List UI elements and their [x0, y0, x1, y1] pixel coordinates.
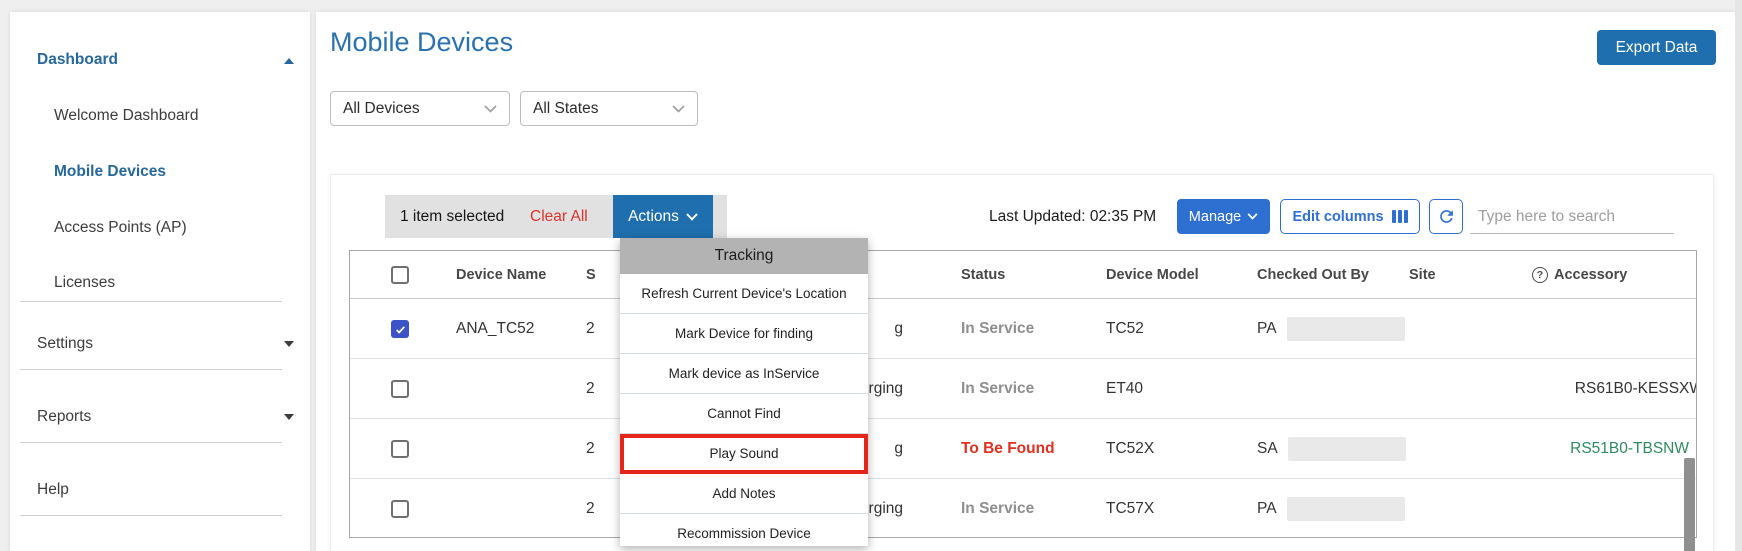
actions-dropdown-button[interactable]: Actions: [613, 195, 713, 238]
status-badge: To Be Found: [961, 419, 1055, 479]
chevron-down-icon: [484, 105, 497, 113]
sidebar-item-mobile-devices[interactable]: Mobile Devices: [54, 163, 166, 181]
device-type-filter[interactable]: All Devices: [330, 91, 510, 126]
chevron-down-icon[interactable]: [284, 414, 294, 420]
checked-out-by: PA: [1257, 479, 1405, 538]
col-status[interactable]: Status: [961, 251, 1005, 299]
col-accessory[interactable]: ? Accessory: [1532, 251, 1627, 299]
sidebar: Dashboard Welcome Dashboard Mobile Devic…: [10, 12, 310, 551]
chevron-down-icon[interactable]: [284, 341, 294, 347]
redacted-text-box: [1287, 317, 1405, 341]
device-model: TC57X: [1106, 479, 1154, 538]
actions-dropdown-menu: Tracking Refresh Current Device's Locati…: [620, 238, 868, 546]
checked-out-by: PA: [1257, 299, 1405, 359]
sidebar-item-welcome-dashboard[interactable]: Welcome Dashboard: [54, 107, 198, 125]
sidebar-divider: [20, 442, 282, 443]
app-frame: { "sidebar": { "items": { "dashboard": "…: [0, 0, 1742, 551]
table-row[interactable]: 2 g To Be Found TC52X SA RS51B0-TBSNW: [350, 419, 1696, 479]
actions-button-label: Actions: [628, 208, 679, 226]
refresh-icon: [1437, 207, 1456, 226]
col-accessory-label: Accessory: [1554, 267, 1627, 283]
device-model: ET40: [1106, 359, 1143, 419]
accessory-code: RS61B0-KESSXW: [1575, 359, 1697, 419]
chevron-down-icon: [672, 105, 685, 113]
refresh-button[interactable]: [1429, 199, 1463, 234]
table-row[interactable]: 2 rging In Service TC57X PA: [350, 479, 1696, 538]
device-filter-value: All Devices: [343, 100, 420, 118]
search-field: [1470, 201, 1674, 234]
vertical-scrollbar-thumb[interactable]: [1684, 458, 1695, 551]
serial-fragment: 2: [586, 359, 595, 419]
clear-all-button[interactable]: Clear All: [530, 195, 588, 238]
export-data-button[interactable]: Export Data: [1597, 30, 1716, 65]
edit-columns-button[interactable]: Edit columns: [1280, 199, 1420, 234]
table-row[interactable]: ANA_TC52 2 g In Service TC52 PA: [350, 299, 1696, 359]
sidebar-divider: [20, 369, 282, 370]
help-icon[interactable]: ?: [1532, 267, 1548, 283]
page-edge-strip: [1735, 0, 1742, 551]
row-checkbox[interactable]: [391, 500, 409, 518]
col-device-name[interactable]: Device Name: [456, 251, 546, 299]
row-checkbox-checked[interactable]: [391, 320, 409, 338]
sidebar-divider: [20, 515, 282, 516]
checked-out-by: SA: [1257, 419, 1406, 479]
chevron-down-icon: [686, 213, 698, 221]
select-all-checkbox[interactable]: [391, 266, 409, 284]
status-badge: In Service: [961, 479, 1034, 538]
menu-section-header: Tracking: [620, 238, 868, 274]
col-device-model[interactable]: Device Model: [1106, 251, 1199, 299]
menu-item-play-sound[interactable]: Play Sound: [620, 434, 868, 474]
manage-dropdown-button[interactable]: Manage: [1177, 199, 1270, 234]
menu-item-cannot-find[interactable]: Cannot Find: [620, 394, 868, 434]
last-updated-label: Last Updated: 02:35 PM: [989, 195, 1156, 238]
col-serial-fragment: S: [586, 251, 596, 299]
device-model: TC52X: [1106, 419, 1154, 479]
columns-icon: [1392, 210, 1408, 223]
device-name[interactable]: ANA_TC52: [456, 299, 534, 359]
sidebar-item-help[interactable]: Help: [37, 481, 69, 499]
row-checkbox[interactable]: [391, 380, 409, 398]
row-checkbox[interactable]: [391, 440, 409, 458]
search-input[interactable]: [1478, 208, 1678, 226]
sidebar-item-licenses[interactable]: Licenses: [54, 274, 115, 292]
status-badge: In Service: [961, 359, 1034, 419]
serial-fragment: 2: [586, 299, 595, 359]
chevron-up-icon[interactable]: [284, 58, 294, 64]
check-icon: [394, 323, 407, 336]
serial-fragment: 2: [586, 419, 595, 479]
sidebar-item-dashboard[interactable]: Dashboard: [37, 51, 118, 69]
state-filter[interactable]: All States: [520, 91, 698, 126]
manage-button-label: Manage: [1189, 209, 1241, 225]
sidebar-item-settings[interactable]: Settings: [37, 335, 93, 353]
selected-count-label: 1 item selected: [400, 195, 504, 238]
menu-item-add-notes[interactable]: Add Notes: [620, 474, 868, 514]
table-header-row: Device Name S Status Device Model Checke…: [350, 251, 1696, 299]
state-filter-value: All States: [533, 100, 598, 118]
redacted-text-box: [1287, 497, 1405, 521]
menu-item-mark-for-finding[interactable]: Mark Device for finding: [620, 314, 868, 354]
sidebar-item-reports[interactable]: Reports: [37, 408, 91, 426]
sidebar-item-access-points[interactable]: Access Points (AP): [54, 219, 187, 237]
menu-item-mark-inservice[interactable]: Mark device as InService: [620, 354, 868, 394]
serial-fragment: 2: [586, 479, 595, 538]
status-badge: In Service: [961, 299, 1034, 359]
edit-columns-label: Edit columns: [1292, 209, 1383, 225]
col-checked-out-by[interactable]: Checked Out By: [1257, 251, 1369, 299]
col-site[interactable]: Site: [1409, 251, 1436, 299]
devices-table: Device Name S Status Device Model Checke…: [349, 250, 1697, 538]
sidebar-divider: [20, 301, 282, 302]
device-model: TC52: [1106, 299, 1144, 359]
table-row[interactable]: 2 rging In Service ET40 RS61B0-KESSXW: [350, 359, 1696, 419]
chevron-down-icon: [1247, 213, 1258, 220]
redacted-text-box: [1288, 437, 1406, 461]
page-title: Mobile Devices: [330, 27, 513, 58]
menu-item-recommission-device[interactable]: Recommission Device: [620, 514, 868, 546]
accessory-link[interactable]: RS51B0-TBSNW: [1570, 419, 1689, 479]
menu-item-refresh-location[interactable]: Refresh Current Device's Location: [620, 274, 868, 314]
